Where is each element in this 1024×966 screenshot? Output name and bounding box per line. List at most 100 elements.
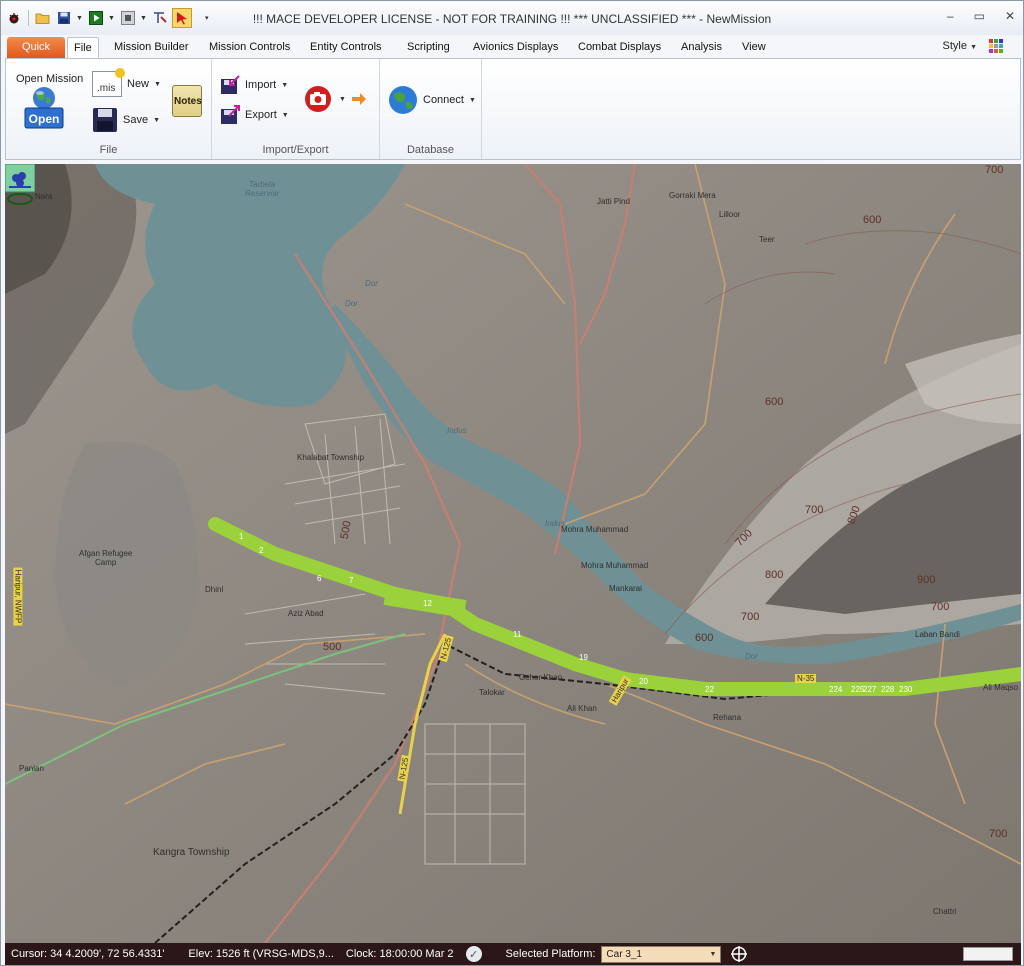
route-mark[interactable]: 228	[881, 685, 894, 694]
contour-label: 700	[985, 164, 1004, 176]
map-label-n35: N-35	[795, 674, 817, 683]
connect-dropdown-icon: ▼	[468, 96, 476, 104]
map-label-river-dor-1: Dor	[345, 299, 358, 308]
map-label-ali-khan: Ali Khan	[567, 704, 597, 713]
contour-label: 600	[695, 632, 714, 644]
close-icon[interactable]: ✕	[1005, 9, 1015, 23]
tab-entity-controls[interactable]: Entity Controls	[304, 37, 388, 58]
check-icon[interactable]: ✓	[465, 946, 482, 962]
route-mark[interactable]: 11	[513, 630, 521, 639]
map-label-refugee-camp: Afgan Refugee Camp	[79, 549, 133, 567]
map-label-jatti-pind: Jatti Pind	[597, 197, 630, 206]
earth-icon	[389, 86, 417, 114]
clock-readout: Clock: 18:00:00 Mar 2	[345, 948, 454, 960]
map-label-mohra-muhammad-2: Mohra Muhammad	[581, 561, 649, 570]
route-mark[interactable]: 227	[863, 685, 876, 694]
route-mark[interactable]: 12	[423, 599, 432, 608]
connect-button[interactable]: Connect ▼	[388, 85, 476, 115]
ribbon-panel: Open Mission Open .mis New ▼ Save ▼ Note…	[5, 58, 1021, 160]
elevation-readout: Elev: 1526 ft (VRSG-MDS,9...	[188, 948, 334, 960]
map-label-mohra-muhammad-1: Mohra Muhammad	[561, 525, 629, 534]
contour-label: 700	[931, 601, 950, 613]
tab-file[interactable]: File	[67, 37, 99, 58]
cursor-readout: Cursor: 34 4.2009', 72 56.4331'	[11, 948, 165, 960]
selected-platform-select[interactable]: Car 3_1 ▼	[601, 945, 722, 963]
map-label-nara: Nara	[35, 192, 53, 201]
map-label-laban-bandi: Laban Bandi	[915, 630, 960, 639]
color-scheme-icon[interactable]	[989, 39, 1003, 53]
import-button[interactable]: Import ▼	[220, 75, 288, 95]
map-label-river-dor-2: Dor	[365, 279, 378, 288]
export-label: Export	[245, 109, 277, 121]
snapshot-dropdown-icon: ▼	[339, 95, 346, 103]
floppy-icon	[93, 108, 117, 132]
route-mark[interactable]: 6	[317, 574, 321, 583]
route-mark[interactable]: 230	[899, 685, 912, 694]
style-dropdown-icon: ▼	[970, 44, 977, 51]
open-mission-label: Open Mission	[16, 73, 84, 85]
tab-mission-builder[interactable]: Mission Builder	[108, 37, 195, 58]
contour-label: 700	[989, 828, 1008, 840]
database-group: Connect ▼ Database	[380, 59, 482, 159]
tab-view[interactable]: View	[736, 37, 772, 58]
file-group: Open Mission Open .mis New ▼ Save ▼ Note…	[6, 59, 212, 159]
contour-label: 600	[765, 396, 784, 408]
selected-platform-value: Car 3_1	[606, 948, 642, 960]
map-label-river-dor-3: Dor	[745, 652, 758, 661]
platform-dropdown-icon: ▼	[709, 950, 717, 958]
file-group-label: File	[99, 144, 118, 156]
platform-unit-icon[interactable]	[5, 164, 35, 206]
export-icon	[221, 105, 240, 124]
contour-label: 500	[323, 641, 342, 653]
style-label: Style	[942, 40, 967, 52]
contour-label: 900	[917, 574, 936, 586]
new-file-icon: .mis	[92, 68, 125, 97]
map-label-rehana: Rehana	[713, 713, 742, 722]
map-label-mankarai: Mankarai	[609, 584, 642, 593]
new-dropdown-icon: ▼	[154, 80, 161, 88]
tab-quick[interactable]: Quick	[7, 37, 65, 58]
tab-scripting[interactable]: Scripting	[401, 37, 456, 58]
title-bar: ▼ ▼ ▼ ▾ !!! MACE DEVELOPER LICENSE - NOT…	[1, 1, 1023, 35]
route-mark[interactable]: 7	[349, 576, 353, 585]
new-button[interactable]: .mis New ▼	[92, 68, 161, 97]
route-mark[interactable]: 2	[259, 546, 263, 555]
save-button[interactable]: Save ▼	[92, 107, 160, 133]
export-button[interactable]: Export ▼	[220, 105, 289, 125]
notes-icon: Notes	[172, 85, 202, 117]
ribbon-tab-bar: Quick File Mission Builder Mission Contr…	[5, 35, 1021, 58]
snapshot-button[interactable]: ▼	[302, 85, 367, 113]
notes-button[interactable]: Notes	[172, 85, 202, 117]
map-label-aziz-abad: Aziz Abad	[288, 609, 324, 618]
route-mark[interactable]: 1	[239, 532, 243, 541]
restore-icon[interactable]: ▭	[974, 9, 985, 23]
route-mark[interactable]: 224	[829, 685, 842, 694]
route-mark[interactable]: 20	[639, 677, 648, 686]
map-label-geher-khan: Geher Khan	[519, 673, 563, 682]
center-target-icon[interactable]	[731, 946, 748, 962]
route-mark[interactable]: 19	[579, 653, 588, 662]
style-menu[interactable]: Style ▼	[943, 40, 977, 52]
arrow-right-icon[interactable]	[351, 92, 367, 106]
tab-analysis[interactable]: Analysis	[675, 37, 728, 58]
window-title: !!! MACE DEVELOPER LICENSE - NOT FOR TRA…	[252, 12, 772, 26]
tab-avionics-displays[interactable]: Avionics Displays	[467, 37, 564, 58]
map-label-haripur-nwfp: Haripur, NWFP	[13, 567, 23, 626]
terrain-map	[5, 164, 1021, 943]
map-label-chattri: Chattri	[933, 907, 957, 916]
tab-mission-controls[interactable]: Mission Controls	[203, 37, 296, 58]
tab-combat-displays[interactable]: Combat Displays	[572, 37, 667, 58]
window-controls: – ▭ ✕	[947, 9, 1015, 23]
route-mark[interactable]: 22	[705, 685, 714, 694]
map-label-gorraki-mera: Gorraki Mera	[669, 191, 716, 200]
contour-label: 600	[863, 214, 882, 226]
save-label: Save	[123, 114, 149, 126]
import-export-group: Import ▼ Export ▼ ▼ Import/Export	[212, 59, 380, 159]
open-button-label: Open	[28, 112, 60, 126]
notes-label: Notes	[174, 96, 202, 107]
save-dropdown-icon: ▼	[153, 116, 161, 124]
minimize-icon[interactable]: –	[947, 9, 954, 23]
open-mission-button[interactable]: Open	[24, 85, 64, 129]
map-view[interactable]: Tarbela Reservoir Dor Dor Indus Indus Do…	[5, 164, 1021, 943]
import-icon	[221, 75, 240, 94]
